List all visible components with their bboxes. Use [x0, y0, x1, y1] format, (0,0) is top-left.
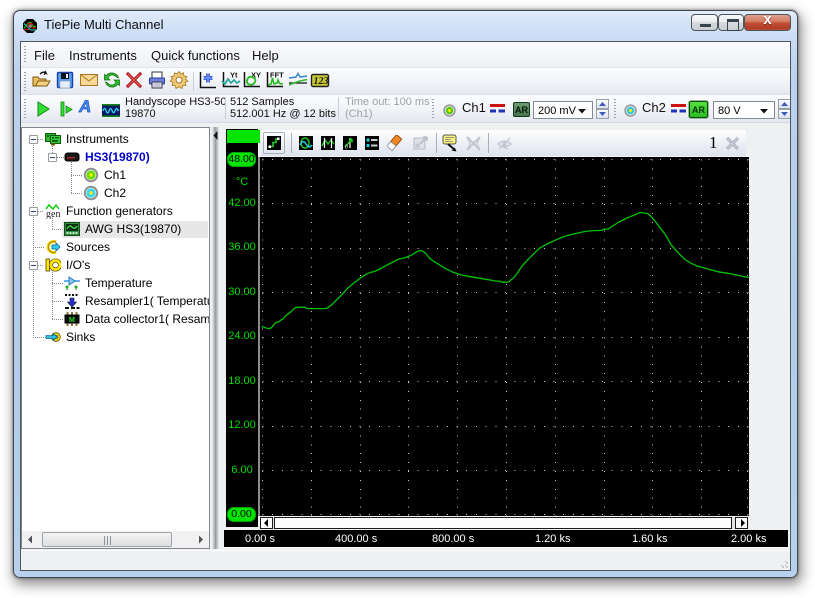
svg-text:0: 0	[345, 145, 348, 151]
svg-text:gen: gen	[46, 209, 60, 219]
svg-text:123: 123	[314, 76, 329, 87]
svg-text:M: M	[69, 317, 75, 324]
svg-text:Yt: Yt	[230, 71, 238, 80]
